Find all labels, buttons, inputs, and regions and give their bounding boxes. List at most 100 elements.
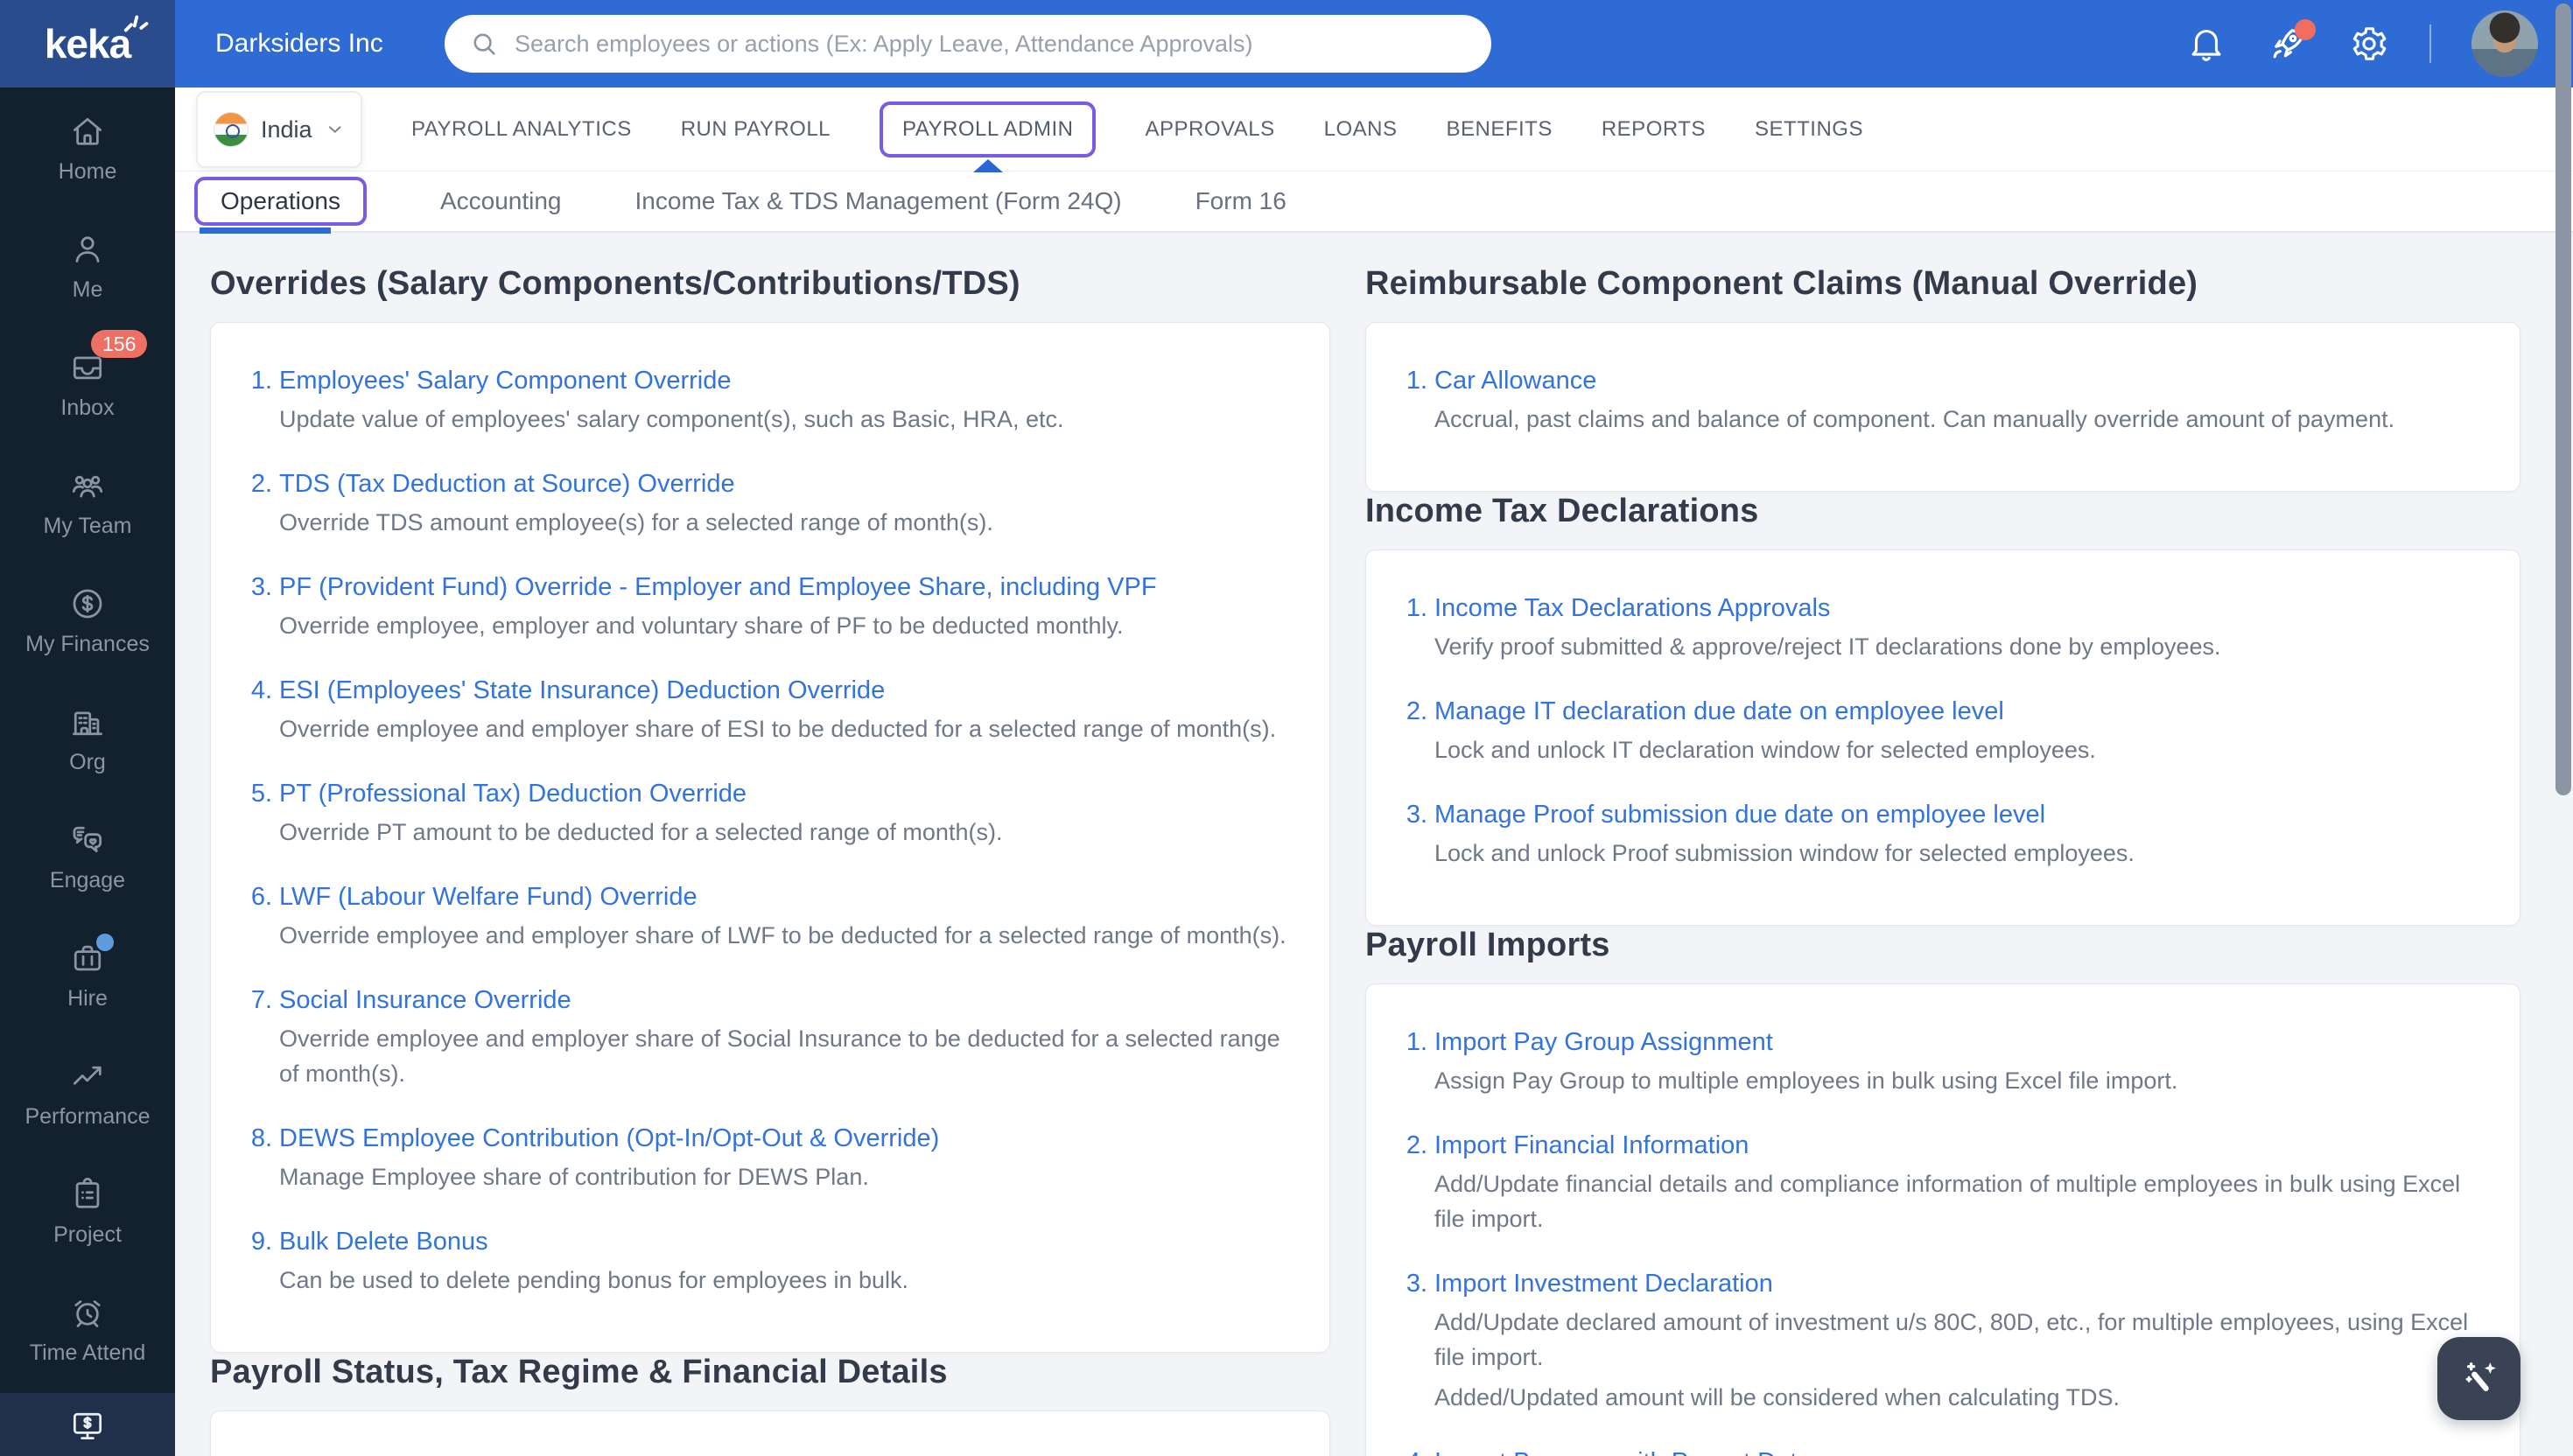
operation-description: Update value of employees' salary compon… [279, 406, 1064, 432]
operation-link[interactable]: Income Tax Declarations Approvals [1434, 594, 1830, 622]
payroll-imports-card: 1. Import Pay Group Assignment Assign Pa… [1365, 984, 2520, 1456]
item-number: 2. [1406, 1131, 1427, 1159]
nav-tab-payroll-admin-active-box[interactable]: PAYROLL ADMIN [880, 101, 1097, 158]
sidebar-item-my-team[interactable]: My Team [0, 466, 175, 538]
operation-link[interactable]: Manage IT declaration due date on employ… [1434, 697, 2004, 725]
operation-link[interactable]: PF (Provident Fund) Override - Employer … [279, 573, 1157, 601]
operation-link[interactable]: PT (Professional Tax) Deduction Override [279, 780, 747, 808]
subtab-operations-active-box[interactable]: Operations [194, 177, 367, 234]
operation-link[interactable]: Bulk Delete Bonus [279, 1228, 488, 1256]
sidebar-item-hire[interactable]: Hire [0, 934, 175, 1011]
item-number: 1. [250, 367, 272, 395]
subtab-accounting[interactable]: Accounting [440, 187, 562, 215]
sidebar-label: My Team [43, 514, 132, 538]
operation-link[interactable]: Car Allowance [1434, 367, 1596, 395]
user-avatar[interactable] [2471, 10, 2538, 77]
operation-description: Verify proof submitted & approve/reject … [1434, 634, 2221, 660]
sidebar-label: Project [53, 1222, 122, 1247]
nav-tab-benefits[interactable]: BENEFITS [1446, 117, 1552, 142]
list-item: 1. Car Allowance Accrual, past claims an… [1392, 365, 2485, 437]
operation-link[interactable]: DEWS Employee Contribution (Opt-In/Opt-O… [279, 1124, 939, 1152]
sidebar-label: Me [72, 277, 103, 302]
operation-description: Lock and unlock Proof submission window … [1434, 840, 2135, 866]
operation-description: Override PT amount to be deducted for a … [279, 819, 1003, 845]
nav-tab-payroll-admin[interactable]: PAYROLL ADMIN [902, 117, 1073, 141]
operation-link[interactable]: ESI (Employees' State Insurance) Deducti… [279, 676, 885, 704]
global-search[interactable] [445, 15, 1491, 73]
whats-new-rocket-icon[interactable] [2267, 19, 2316, 65]
sidebar-item-payroll-active[interactable] [0, 1393, 175, 1456]
operation-link[interactable]: Import Pay Group Assignment [1434, 1028, 1773, 1056]
sidebar-item-home[interactable]: Home [0, 112, 175, 184]
subtab-form16[interactable]: Form 16 [1195, 187, 1286, 215]
search-input[interactable] [515, 30, 1467, 58]
list-item: 3. PF (Provident Fund) Override - Employ… [237, 571, 1294, 643]
sidebar-item-org[interactable]: Org [0, 703, 175, 774]
operation-link[interactable]: Import Investment Declaration [1434, 1270, 1773, 1298]
item-number: 8. [250, 1124, 272, 1152]
operation-description: Assign Pay Group to multiple employees i… [1434, 1068, 2178, 1094]
rocket-badge-dot [2295, 19, 2316, 40]
settings-gear-icon[interactable] [2349, 24, 2389, 64]
item-number: 3. [250, 573, 272, 601]
operation-description: Lock and unlock IT declaration window fo… [1434, 737, 2096, 763]
operation-link[interactable]: Manage Proof submission due date on empl… [1434, 801, 2045, 829]
sidebar-label: Inbox [60, 396, 115, 420]
nav-tab-approvals[interactable]: APPROVALS [1145, 117, 1274, 142]
vertical-scrollbar[interactable] [2555, 4, 2571, 795]
assistant-wand-button[interactable] [2437, 1337, 2520, 1420]
item-number: 3. [1406, 1270, 1427, 1298]
nav-tab-settings[interactable]: SETTINGS [1755, 117, 1863, 142]
item-number: 9. [250, 1228, 272, 1256]
nav-tab-reports[interactable]: REPORTS [1602, 117, 1706, 142]
operation-link[interactable]: Employees' Salary Component Override [279, 367, 732, 395]
sidebar-item-project[interactable]: Project [0, 1175, 175, 1247]
operation-description: Manage Employee share of contribution fo… [279, 1164, 869, 1190]
nav-tab-payroll-analytics[interactable]: PAYROLL ANALYTICS [411, 117, 632, 142]
sidebar-item-time-attend[interactable]: Time Attend [0, 1293, 175, 1365]
nav-tab-loans[interactable]: LOANS [1324, 117, 1398, 142]
topbar: Darksiders Inc [175, 0, 2573, 88]
operation-description: Can be used to delete pending bonus for … [279, 1267, 908, 1293]
operation-link[interactable]: TDS (Tax Deduction at Source) Override [279, 470, 735, 498]
sidebar-label: Engage [49, 868, 126, 892]
sidebar-item-performance[interactable]: Performance [0, 1057, 175, 1129]
sidebar-label: Time Attend [29, 1340, 146, 1365]
list-item: 3. Import Investment Declaration Add/Upd… [1392, 1268, 2485, 1415]
subtab-income-tax-tds[interactable]: Income Tax & TDS Management (Form 24Q) [635, 187, 1122, 215]
inbox-badge: 156 [91, 330, 148, 358]
sidebar-label: Home [58, 159, 117, 184]
keka-logo[interactable]: keka [0, 0, 175, 88]
operation-description: Accrual, past claims and balance of comp… [1434, 406, 2395, 432]
item-number: 5. [250, 780, 272, 808]
sidebar: keka Home Me 156 Inbox My Team My Financ… [0, 0, 175, 1456]
payroll-monitor-icon [68, 1407, 107, 1446]
operation-link[interactable]: LWF (Labour Welfare Fund) Override [279, 883, 698, 911]
section-title-payroll-status: Payroll Status, Tax Regime & Financial D… [210, 1354, 948, 1390]
operation-link[interactable]: Import Financial Information [1434, 1131, 1749, 1159]
operation-link[interactable]: Social Insurance Override [279, 986, 571, 1014]
nav-tab-run-payroll[interactable]: RUN PAYROLL [681, 117, 831, 142]
subtab-operations[interactable]: Operations [221, 187, 340, 214]
operation-link[interactable]: Import Bonuses with Payout Date [1434, 1448, 1811, 1456]
operation-description: Add/Update declared amount of investment… [1434, 1309, 2469, 1370]
sidebar-item-me[interactable]: Me [0, 230, 175, 302]
main-nav: India PAYROLL ANALYTICS RUN PAYROLL PAYR… [175, 88, 2573, 172]
item-number: 3. [1406, 801, 1427, 829]
item-number: 1. [1406, 1028, 1427, 1056]
user-icon [68, 230, 107, 269]
sidebar-label: Hire [67, 986, 108, 1011]
list-item: 2. Manage IT declaration due date on emp… [1392, 696, 2485, 767]
list-item: 6. LWF (Labour Welfare Fund) Override Ov… [237, 881, 1294, 953]
section-title-income-tax: Income Tax Declarations [1365, 493, 1759, 529]
sidebar-label: Performance [25, 1104, 151, 1129]
notifications-bell-icon[interactable] [2186, 24, 2226, 64]
sidebar-item-inbox[interactable]: 156 Inbox [0, 330, 175, 420]
section-title-payroll-imports: Payroll Imports [1365, 927, 1610, 963]
sidebar-item-engage[interactable]: Engage [0, 821, 175, 892]
item-number: 2. [1406, 697, 1427, 725]
sub-nav: Operations Accounting Income Tax & TDS M… [175, 172, 2573, 234]
sidebar-item-my-finances[interactable]: My Finances [0, 584, 175, 656]
country-selector[interactable]: India [196, 91, 362, 168]
list-item: 5. PT (Professional Tax) Deduction Overr… [237, 778, 1294, 850]
